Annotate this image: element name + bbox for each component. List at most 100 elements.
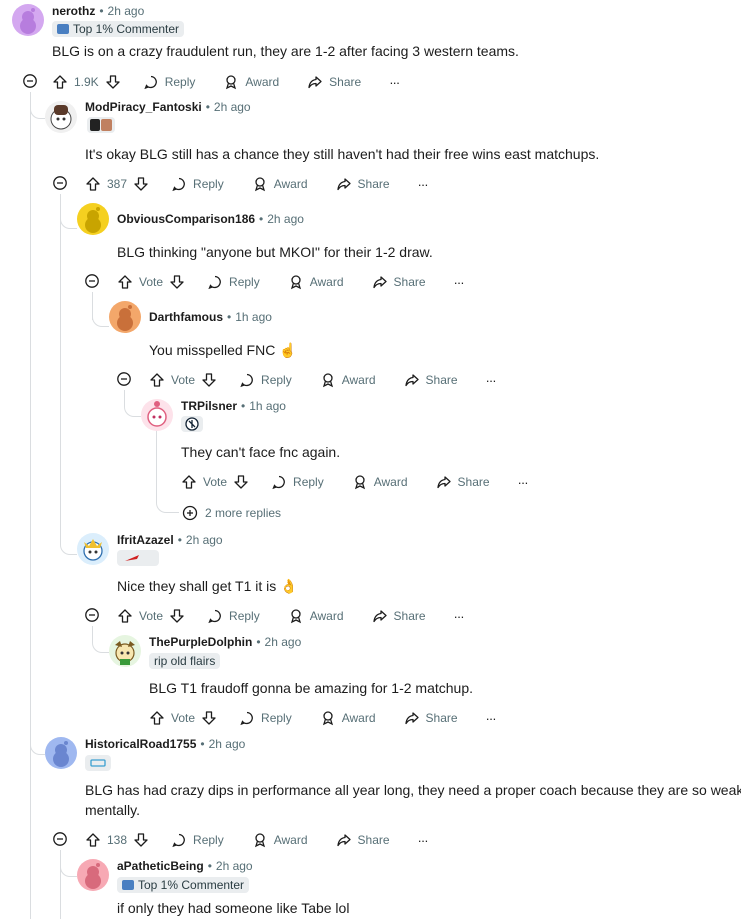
avatar[interactable] [45, 737, 77, 769]
share-button[interactable]: Share [336, 176, 390, 192]
downvote-icon[interactable] [233, 474, 249, 490]
more-icon: ··· [417, 832, 429, 848]
reply-button[interactable]: Reply [239, 710, 292, 726]
share-button[interactable]: Share [372, 608, 426, 624]
upvote-icon[interactable] [117, 608, 133, 624]
award-icon [290, 609, 301, 624]
upvote-icon[interactable] [149, 710, 165, 726]
comment-body: BLG is on a crazy fraudulent run, they a… [52, 43, 519, 59]
avatar[interactable] [109, 301, 141, 333]
more-icon: ··· [453, 274, 465, 290]
more-options-button[interactable]: ··· [486, 711, 497, 726]
avatar[interactable] [45, 101, 77, 133]
comment-icon [208, 275, 221, 290]
more-options-button[interactable]: ··· [485, 372, 497, 388]
downvote-icon[interactable] [105, 74, 121, 90]
more-options-button[interactable]: ··· [454, 609, 465, 624]
comment-author[interactable]: ObviousComparison186 • 2h ago [117, 212, 304, 226]
share-button[interactable]: Share [372, 274, 426, 290]
avatar[interactable] [109, 635, 141, 667]
collapse-icon[interactable] [23, 74, 37, 88]
avatar[interactable] [77, 859, 109, 891]
upvote-icon[interactable] [52, 74, 68, 90]
vote-label: Vote [171, 373, 196, 387]
comment-author[interactable]: TRPilsner • 1h ago [181, 399, 286, 413]
reply-button[interactable]: Reply [207, 274, 260, 290]
collapse-icon[interactable] [53, 832, 67, 846]
reply-button[interactable]: Reply [207, 608, 260, 624]
award-button[interactable]: Award [252, 176, 308, 192]
comment-author[interactable]: HistoricalRoad1755 • 2h ago [85, 737, 245, 751]
downvote-icon[interactable] [201, 372, 217, 388]
downvote-icon[interactable] [133, 832, 149, 848]
comment-body: Nice they shall get T1 it is 👌 [117, 578, 298, 594]
flair-icon [122, 880, 134, 890]
avatar[interactable] [141, 399, 173, 431]
reply-button[interactable]: Reply [271, 474, 324, 490]
share-button[interactable]: Share [436, 474, 490, 490]
upvote-icon[interactable] [181, 474, 197, 490]
award-button[interactable]: Award [288, 608, 344, 624]
reply-button[interactable]: Reply [171, 832, 224, 848]
award-button[interactable]: Award [320, 710, 376, 726]
flair-emoji-icon [90, 119, 112, 131]
more-options-button[interactable]: ··· [518, 475, 529, 490]
upvote-icon[interactable] [85, 176, 101, 192]
comment-author[interactable]: ModPiracy_Fantoski • 2h ago [85, 100, 251, 114]
comment-body: BLG thinking "anyone but MKOI" for their… [117, 244, 433, 260]
downvote-icon[interactable] [133, 176, 149, 192]
user-flair: Top 1% Commenter [117, 877, 250, 893]
comment-body-line-2: mentally. [85, 802, 140, 818]
comment-author[interactable]: nerothz • 2h ago [52, 4, 144, 18]
comment-author[interactable]: aPatheticBeing • 2h ago [117, 859, 253, 873]
upvote-icon[interactable] [149, 372, 165, 388]
collapse-icon[interactable] [85, 274, 99, 288]
reply-button[interactable]: Reply [239, 372, 292, 388]
avatar[interactable] [12, 4, 44, 36]
award-button[interactable]: Award [252, 832, 308, 848]
downvote-icon[interactable] [169, 608, 185, 624]
award-button[interactable]: Award [223, 74, 279, 90]
more-icon: ··· [389, 74, 400, 90]
share-button[interactable]: Share [307, 74, 361, 90]
comment-author[interactable]: Darthfamous • 1h ago [149, 310, 272, 324]
team-flair-icon [90, 759, 106, 767]
reply-button[interactable]: Reply [171, 176, 224, 192]
upvote-icon[interactable] [85, 832, 101, 848]
more-options-button[interactable]: ··· [389, 74, 400, 90]
more-icon: ··· [485, 372, 497, 388]
collapse-icon[interactable] [85, 608, 99, 622]
downvote-icon[interactable] [201, 710, 217, 726]
comment-actions: 138 Reply Award Share ··· [85, 828, 456, 852]
more-replies-button[interactable]: 2 more replies [182, 505, 281, 521]
award-button[interactable]: Award [320, 372, 376, 388]
comment-icon [240, 711, 253, 726]
comment-author[interactable]: IfritAzazel • 2h ago [117, 533, 223, 547]
downvote-icon[interactable] [169, 274, 185, 290]
award-icon [322, 373, 333, 388]
comment-icon [272, 475, 285, 490]
collapse-icon[interactable] [53, 176, 67, 190]
share-button[interactable]: Share [404, 710, 458, 726]
team-flair-icon [125, 555, 139, 561]
collapse-icon[interactable] [117, 372, 131, 386]
avatar[interactable] [77, 203, 109, 235]
comment-icon [208, 609, 221, 624]
more-options-button[interactable]: ··· [417, 832, 429, 848]
upvote-icon[interactable] [117, 274, 133, 290]
comment-actions: 387 Reply Award Share ··· [85, 172, 456, 196]
reply-button[interactable]: Reply [143, 74, 195, 90]
avatar[interactable] [77, 533, 109, 565]
award-button[interactable]: Award [352, 474, 408, 490]
share-button[interactable]: Share [404, 372, 458, 388]
award-button[interactable]: Award [288, 274, 344, 290]
share-button[interactable]: Share [336, 832, 390, 848]
more-options-button[interactable]: ··· [418, 177, 429, 192]
comment-actions: Vote Reply Award Share ··· [149, 706, 524, 730]
share-icon [436, 476, 451, 489]
comment-author[interactable]: ThePurpleDolphin • 2h ago [149, 635, 301, 649]
vote-count: 138 [107, 833, 128, 847]
more-options-button[interactable]: ··· [453, 274, 465, 290]
expand-icon [182, 505, 198, 521]
user-flair-emoji [117, 550, 159, 566]
